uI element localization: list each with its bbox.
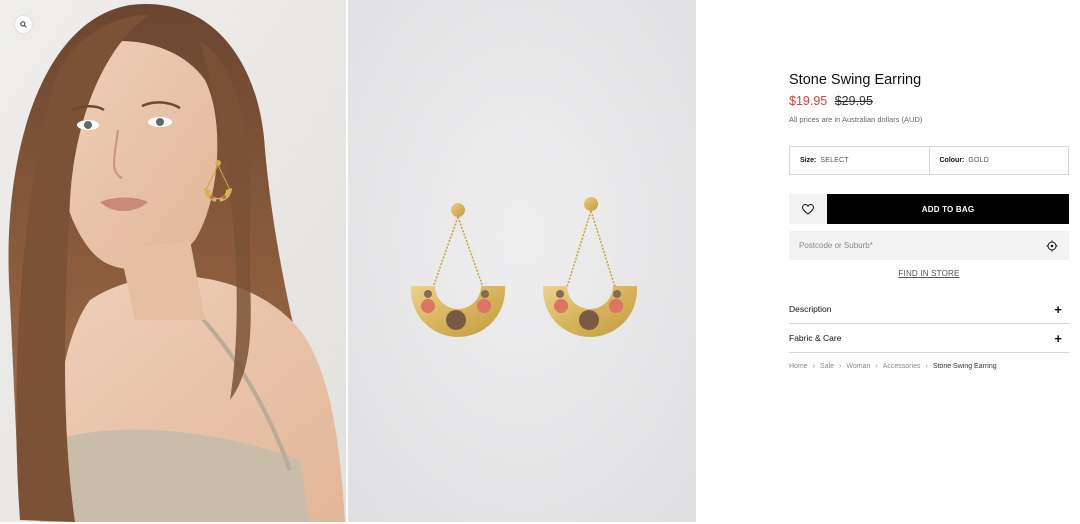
postcode-field [789,231,1069,260]
original-price: $29.95 [834,94,873,108]
earring-pair-illustration [348,0,696,522]
wishlist-button[interactable] [789,194,827,224]
sale-price: $19.95 [789,94,828,108]
zoom-button[interactable] [15,16,32,33]
breadcrumb-separator: › [812,363,816,370]
locate-button[interactable] [1045,239,1059,253]
accordion-description-label: Description [789,304,832,314]
breadcrumb-home[interactable]: Home [789,363,808,370]
crosshair-icon [1046,240,1058,251]
accordion-fabric-care[interactable]: Fabric & Care + [789,324,1069,353]
breadcrumb: Home › Sale › Woman › Accessories › Ston… [789,363,997,370]
currency-note: All prices are in Australian dollars (AU… [789,115,923,124]
earring-photo[interactable] [348,0,696,522]
colour-label: Colour: [939,157,965,164]
search-icon [20,21,27,28]
accordion-fabric-care-label: Fabric & Care [789,333,842,343]
colour-selector[interactable]: Colour: GOLD [928,147,1069,174]
breadcrumb-woman[interactable]: Woman [846,363,870,370]
product-page: Stone Swing Earring $19.95 $29.95 All pr… [0,0,1080,524]
model-photo[interactable] [0,0,346,522]
plus-icon: + [1054,301,1062,317]
price-row: $19.95 $29.95 [789,94,873,108]
size-label: Size: [800,157,817,164]
breadcrumb-separator: › [839,363,842,370]
breadcrumb-accessories[interactable]: Accessories [883,363,921,370]
find-in-store-link[interactable]: FIND IN STORE [789,269,1069,278]
breadcrumb-separator: › [925,363,928,370]
postcode-input[interactable] [799,241,1045,250]
accordion-description[interactable]: Description + [789,295,1069,324]
size-value: SELECT [820,157,849,164]
breadcrumb-current: Stone Swing Earring [932,363,997,370]
colour-value: GOLD [968,157,990,164]
size-selector[interactable]: Size: SELECT [790,147,929,174]
add-to-bag-button[interactable]: ADD TO BAG [827,194,1069,224]
breadcrumb-sale[interactable]: Sale [820,363,834,370]
model-photo-illustration [0,0,346,522]
product-accordion: Description + Fabric & Care + [789,295,1069,353]
breadcrumb-separator: › [875,363,878,370]
variant-selectors: Size: SELECT Colour: GOLD [789,146,1069,175]
heart-icon [802,203,814,215]
product-title: Stone Swing Earring [789,72,922,88]
plus-icon: + [1054,330,1062,346]
